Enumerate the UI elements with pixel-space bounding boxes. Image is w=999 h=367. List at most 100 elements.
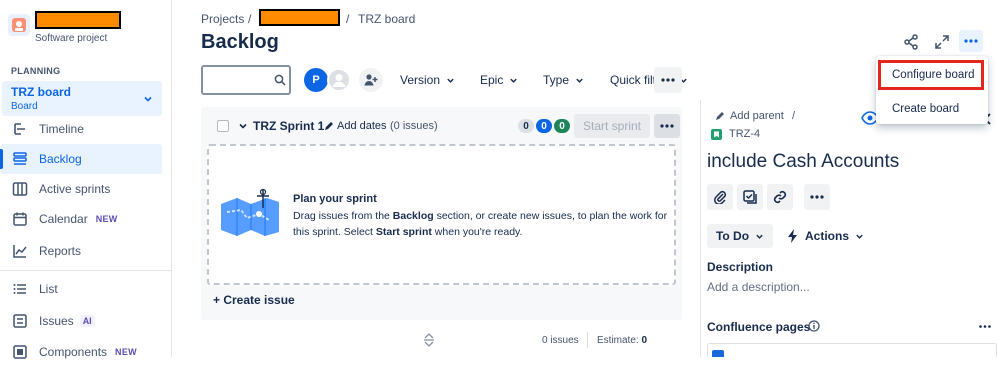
create-issue-button[interactable]: + Create issue <box>213 293 295 307</box>
sidebar-item-timeline[interactable]: Timeline <box>0 114 162 144</box>
sidebar-item-active-sprints[interactable]: Active sprints <box>0 174 162 204</box>
sprint-more-button[interactable] <box>654 114 680 138</box>
create-board-menu-item[interactable]: Create board <box>876 94 988 124</box>
filter-label: Version <box>400 73 441 87</box>
add-dates-button[interactable]: Add dates <box>324 120 387 132</box>
sidebar-item-calendar[interactable]: Calendar NEW <box>0 204 162 234</box>
chevron-down-icon <box>510 78 518 83</box>
plan-desc-text: when you're ready. <box>431 226 523 238</box>
backlog-issue-count: 0 issues <box>542 335 579 346</box>
description-heading: Description <box>707 260 774 274</box>
filter-version[interactable]: Version <box>400 73 455 87</box>
backlog-more-button[interactable] <box>654 67 682 93</box>
breadcrumb-separator: / <box>248 12 252 26</box>
chevron-down-icon <box>856 234 863 239</box>
project-avatar-icon[interactable] <box>8 14 30 36</box>
info-icon[interactable] <box>808 320 820 332</box>
start-sprint-button[interactable]: Start sprint <box>574 114 650 138</box>
sidebar-item-label: Active sprints <box>39 182 111 196</box>
board-columns-icon <box>12 182 28 196</box>
board-selector[interactable]: TRZ board Board <box>2 81 162 116</box>
plan-sprint-title: Plan your sprint <box>293 193 377 205</box>
issue-title[interactable]: include Cash Accounts <box>707 151 899 173</box>
more-horizontal-icon <box>810 195 824 199</box>
plan-desc-text: Drag issues from the <box>293 210 393 222</box>
timeline-icon <box>14 123 25 135</box>
actions-dropdown[interactable]: Actions <box>787 229 864 243</box>
board-name: TRZ board <box>11 85 71 99</box>
actions-label: Actions <box>805 229 850 243</box>
backlog-icon <box>13 152 27 165</box>
status-dropdown[interactable]: To Do <box>707 224 773 248</box>
avatar-unassigned[interactable] <box>327 68 351 92</box>
status-label: To Do <box>715 229 750 243</box>
plan-desc-bold: Backlog <box>392 210 434 222</box>
more-horizontal-icon[interactable] <box>979 325 991 328</box>
add-parent-label: Add parent <box>730 110 784 122</box>
attach-button[interactable] <box>707 184 733 210</box>
description-field[interactable]: Add a description... <box>707 280 810 294</box>
more-horizontal-icon <box>660 124 674 128</box>
new-badge: NEW <box>115 347 137 357</box>
breadcrumb-separator: / <box>346 12 350 26</box>
sidebar-item-issues[interactable]: Issues AI <box>0 306 162 336</box>
sprint-map-illustration <box>221 188 279 236</box>
pencil-icon <box>325 122 333 130</box>
issue-more-button[interactable] <box>804 184 830 210</box>
add-parent-button[interactable]: Add parent <box>715 110 784 122</box>
chevron-down-icon[interactable] <box>238 121 248 131</box>
sidebar-item-reports[interactable]: Reports <box>0 236 162 266</box>
list-icon <box>13 284 26 294</box>
search-input[interactable] <box>201 65 291 95</box>
share-icon[interactable] <box>902 33 920 51</box>
breadcrumb-projects[interactable]: Projects <box>201 12 244 26</box>
more-horizontal-icon <box>661 78 675 82</box>
link-issue-button[interactable] <box>767 184 793 210</box>
sidebar-item-label: Issues <box>39 314 74 328</box>
sidebar-item-label: Reports <box>39 244 82 258</box>
sprint-checkbox[interactable] <box>217 120 229 132</box>
sidebar-item-list[interactable]: List <box>0 274 162 304</box>
add-child-button[interactable] <box>737 184 763 210</box>
person-icon <box>332 74 346 87</box>
filter-label: Epic <box>480 73 504 87</box>
divider <box>587 332 588 348</box>
add-person-icon <box>364 74 378 86</box>
filter-label: Type <box>543 73 570 87</box>
confluence-page-row[interactable] <box>707 343 997 357</box>
chevron-down-icon <box>576 78 583 83</box>
more-horizontal-icon <box>964 39 978 43</box>
lightning-icon <box>788 229 797 243</box>
sprint-issue-count: (0 issues) <box>390 120 438 132</box>
avatar[interactable]: P <box>304 68 328 92</box>
breadcrumb-board[interactable]: TRZ board <box>358 12 415 26</box>
count-todo-badge: 0 <box>518 119 534 133</box>
sidebar-item-components[interactable]: Components NEW <box>0 337 162 367</box>
confluence-heading: Confluence pages <box>707 320 811 334</box>
new-badge: NEW <box>95 214 118 224</box>
resize-handle-icon[interactable] <box>423 333 435 347</box>
configure-board-menu-item[interactable]: Configure board <box>878 60 984 90</box>
count-done-badge: 0 <box>554 119 570 133</box>
estimate: Estimate: 0 <box>597 335 647 346</box>
issue-key[interactable]: TRZ-4 <box>729 128 760 140</box>
breadcrumb-project-redacted[interactable] <box>259 9 340 26</box>
expand-icon[interactable] <box>933 33 951 51</box>
sidebar-item-backlog[interactable]: Backlog <box>0 144 162 174</box>
board-more-button[interactable] <box>959 30 983 52</box>
sidebar-item-label: Backlog <box>39 152 82 166</box>
breadcrumb-separator: / <box>792 110 796 122</box>
filter-epic[interactable]: Epic <box>480 73 518 87</box>
section-heading-planning: PLANNING <box>11 66 61 76</box>
divider <box>0 270 171 271</box>
filter-type[interactable]: Type <box>543 73 584 87</box>
estimate-value: 0 <box>641 335 648 346</box>
board-type: Board <box>11 101 38 112</box>
chevron-down-icon <box>756 234 763 239</box>
paperclip-icon <box>714 190 727 204</box>
sidebar-item-label: Timeline <box>39 122 84 136</box>
story-icon <box>711 129 722 140</box>
add-people-button[interactable] <box>359 68 383 92</box>
sidebar-item-label: List <box>39 282 58 296</box>
subtask-icon <box>743 190 757 204</box>
